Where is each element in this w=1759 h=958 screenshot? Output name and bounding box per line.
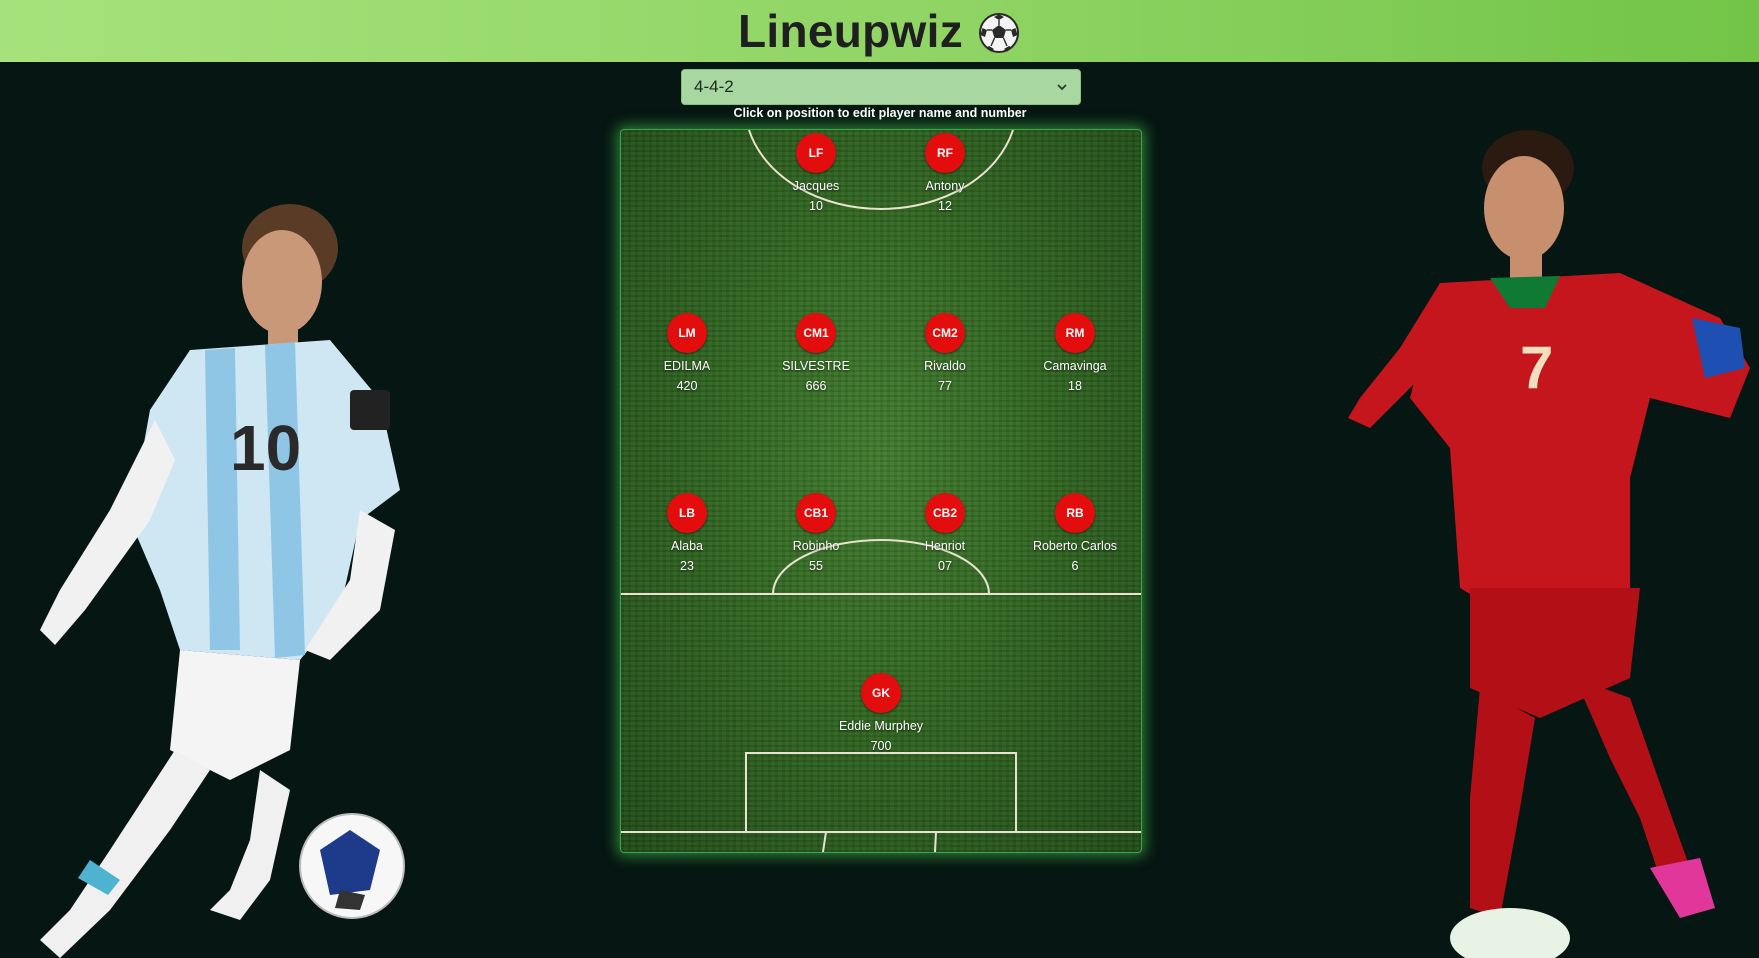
player-name: Henriot bbox=[924, 539, 966, 553]
position-cb1[interactable]: CB1 Robinho 55 bbox=[756, 493, 876, 573]
player-name: Antony bbox=[925, 179, 965, 193]
player-name: Rivaldo bbox=[924, 359, 966, 373]
player-name: Alaba bbox=[671, 539, 703, 553]
player-name: Eddie Murphey bbox=[838, 719, 924, 733]
position-badge: CB2 bbox=[925, 493, 965, 533]
position-badge: GK bbox=[861, 673, 901, 713]
player-number: 07 bbox=[938, 559, 952, 573]
player-number: 23 bbox=[680, 559, 694, 573]
player-number: 6 bbox=[1071, 559, 1079, 573]
position-cm1[interactable]: CM1 SILVESTRE 666 bbox=[756, 313, 876, 393]
position-rb[interactable]: RB Roberto Carlos 6 bbox=[1015, 493, 1135, 573]
position-badge: LF bbox=[796, 133, 836, 173]
soccer-ball-icon bbox=[979, 13, 1020, 53]
player-name: Camavinga bbox=[1043, 359, 1107, 373]
player-number: 666 bbox=[805, 379, 827, 393]
player-name: Jacques bbox=[792, 179, 840, 193]
position-badge: CB1 bbox=[796, 493, 836, 533]
formation-select-value: 4-4-2 bbox=[694, 77, 734, 96]
position-gk[interactable]: GK Eddie Murphey 700 bbox=[821, 673, 941, 753]
player-number: 12 bbox=[938, 199, 952, 213]
svg-text:7: 7 bbox=[1520, 334, 1553, 401]
position-badge: RF bbox=[925, 133, 965, 173]
position-badge: CM1 bbox=[796, 313, 836, 353]
player-number: 10 bbox=[809, 199, 823, 213]
position-cm2[interactable]: CM2 Rivaldo 77 bbox=[885, 313, 1005, 393]
formation-select[interactable]: 4-4-2 bbox=[681, 69, 1081, 105]
player-number: 77 bbox=[938, 379, 952, 393]
pitch: LF Jacques 10 RF Antony 12 LM EDILMA 420… bbox=[620, 129, 1142, 853]
position-lb[interactable]: LB Alaba 23 bbox=[627, 493, 747, 573]
player-number: 700 bbox=[870, 739, 892, 753]
app-header: Lineupwiz bbox=[0, 0, 1759, 62]
position-badge: LM bbox=[667, 313, 707, 353]
right-player-image: 7 bbox=[1348, 130, 1750, 958]
player-number: 55 bbox=[809, 559, 823, 573]
position-badge: RB bbox=[1055, 493, 1095, 533]
player-number: 420 bbox=[676, 379, 698, 393]
chevron-down-icon bbox=[1057, 84, 1067, 91]
player-name: EDILMA bbox=[663, 359, 711, 373]
position-badge: RM bbox=[1055, 313, 1095, 353]
left-player-image: 10 bbox=[40, 204, 405, 958]
player-name: Roberto Carlos bbox=[1032, 539, 1118, 553]
svg-text:10: 10 bbox=[230, 412, 301, 484]
app-title: Lineupwiz bbox=[737, 5, 964, 57]
position-badge: LB bbox=[667, 493, 707, 533]
edit-hint: Click on position to edit player name an… bbox=[733, 106, 1027, 120]
player-name: Robinho bbox=[792, 539, 840, 553]
position-lm[interactable]: LM EDILMA 420 bbox=[627, 313, 747, 393]
position-rm[interactable]: RM Camavinga 18 bbox=[1015, 313, 1135, 393]
position-lf[interactable]: LF Jacques 10 bbox=[756, 133, 876, 213]
player-name: SILVESTRE bbox=[782, 359, 850, 373]
position-cb2[interactable]: CB2 Henriot 07 bbox=[885, 493, 1005, 573]
position-badge: CM2 bbox=[925, 313, 965, 353]
player-number: 18 bbox=[1068, 379, 1082, 393]
position-rf[interactable]: RF Antony 12 bbox=[885, 133, 1005, 213]
